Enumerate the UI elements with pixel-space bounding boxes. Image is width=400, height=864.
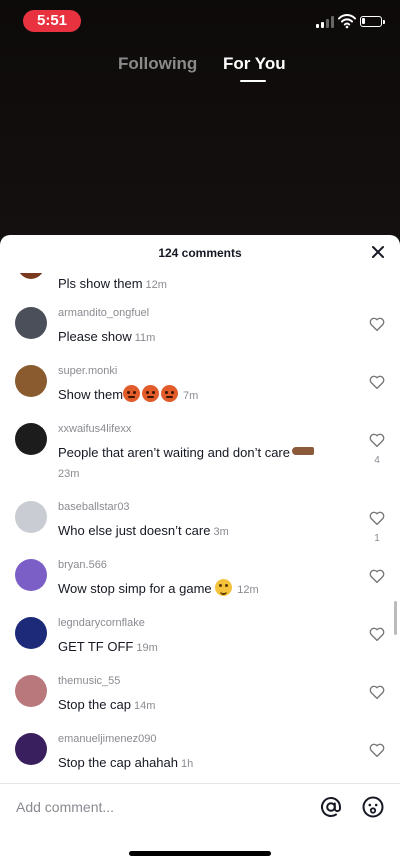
comment-username[interactable]: bryan.566 [58,559,107,571]
comment-timestamp: 12m [237,584,259,596]
comment-text: GET TF OFF 19m [58,639,158,654]
avatar[interactable] [15,733,47,765]
comment-username[interactable]: armandito_ongfuel [58,307,149,319]
comment-username[interactable]: emanueljimenez090 [58,733,156,745]
comment-text: Stop the cap 14m [58,697,156,712]
comment-text: Who else just doesn’t care 3m [58,523,229,538]
heart-outline-icon[interactable] [368,567,386,585]
comment-username[interactable]: legndarycornflake [58,617,145,629]
list-item: super.monki Show them 7m [0,363,400,419]
add-comment-input[interactable] [16,796,296,818]
comment-list[interactable]: Pls show them 12m armandito_ongfuel Pleas… [0,273,400,783]
heart-outline-icon[interactable] [368,373,386,391]
list-item: baseballstar03 Who else just doesn’t car… [0,499,400,555]
comment-input-bar [0,783,400,829]
tab-for-you[interactable]: For You [223,54,286,74]
avatar[interactable] [16,273,46,279]
heart-outline-icon[interactable] [368,431,386,449]
comment-timestamp: 3m [213,526,229,538]
yum-face-emoji [215,579,233,596]
avatar[interactable] [15,617,47,649]
heart-outline-icon[interactable] [368,741,386,759]
heart-outline-icon[interactable] [368,683,386,701]
tab-following[interactable]: Following [118,54,197,74]
avatar[interactable] [15,501,47,533]
comment-username[interactable]: xxwaifus4lifexx [58,423,131,435]
active-tab-indicator [240,80,266,82]
comment-timestamp: 14m [134,700,156,712]
heart-outline-icon[interactable] [368,315,386,333]
comment-timestamp: 12m [145,279,167,291]
comment-text: People that aren’t waiting and don’t car… [58,443,340,484]
close-icon[interactable] [370,244,386,260]
avatar[interactable] [15,675,47,707]
comment-text: Please show 11m [58,329,156,344]
comment-count: 124 comments [158,246,242,260]
angry-face-emoji [123,385,141,402]
comment-timestamp: 19m [136,642,158,654]
list-item: themusic_55 Stop the cap 14m [0,673,400,729]
comment-text: Show them 7m [58,385,199,402]
comment-timestamp: 23m [58,468,80,480]
comment-username[interactable]: baseballstar03 [58,501,130,513]
comment-username[interactable]: themusic_55 [58,675,120,687]
battery-icon [360,16,385,27]
list-item: armandito_ongfuel Please show 11m [0,305,400,361]
status-bar: 5:51 [0,0,400,44]
emoji-face-icon[interactable] [361,795,385,819]
list-item: bryan.566 Wow stop simp for a game 12m [0,557,400,613]
avatar[interactable] [15,365,47,397]
avatar[interactable] [15,307,47,339]
heart-outline-icon[interactable] [368,625,386,643]
comments-header: 124 comments [0,235,400,273]
avatar[interactable] [15,423,47,455]
comment-timestamp: 1h [181,758,194,770]
avatar[interactable] [15,559,47,591]
comment-timestamp: 11m [134,332,156,344]
status-time: 5:51 [23,10,81,32]
pointing-hand-emoji [292,447,314,455]
like-count: 1 [374,533,380,544]
comments-sheet: 124 comments Pls show them 12m armandito_… [0,235,400,864]
angry-face-emoji [142,385,160,402]
at-sign-icon[interactable] [319,795,343,819]
comment-text: Pls show them 12m [58,276,167,291]
comment-text: Stop the cap ahahah 1h [58,755,194,770]
comment-timestamp: 7m [183,390,199,402]
angry-face-emoji [161,385,179,402]
list-item: xxwaifus4lifexx People that aren’t waiti… [0,421,400,493]
feed-tabs: Following For You [0,54,400,84]
wifi-icon [338,14,356,29]
list-item: legndarycornflake GET TF OFF 19m [0,615,400,671]
cellular-signal-icon [316,16,334,28]
home-indicator[interactable] [129,851,271,856]
like-count: 4 [374,455,380,466]
scrollbar[interactable] [394,601,397,635]
comment-text: Wow stop simp for a game 12m [58,579,259,596]
heart-outline-icon[interactable] [368,509,386,527]
comment-username[interactable]: super.monki [58,365,117,377]
list-item: emanueljimenez090 Stop the cap ahahah 1h [0,731,400,783]
list-item: Pls show them 12m [0,273,400,297]
